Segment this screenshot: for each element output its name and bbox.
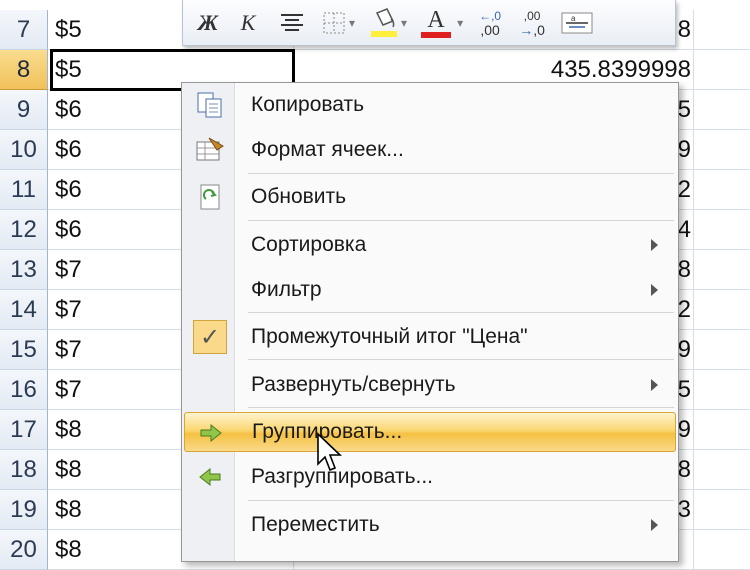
row-header[interactable]: 18	[0, 450, 48, 490]
cell-c[interactable]	[694, 410, 750, 450]
cell-c[interactable]	[694, 250, 750, 290]
row-header[interactable]: 12	[0, 210, 48, 250]
menu-item-label: Переместить	[251, 513, 380, 536]
menu-item-label: Промежуточный итог "Цена"	[251, 325, 528, 348]
row-header[interactable]: 7	[0, 10, 48, 50]
svg-text:a: a	[571, 14, 576, 23]
cell-c[interactable]	[694, 90, 750, 130]
cell-c[interactable]	[694, 330, 750, 370]
cell-c[interactable]	[694, 370, 750, 410]
menu-item-label: Обновить	[251, 185, 347, 208]
row-header[interactable]: 14	[0, 290, 48, 330]
menu-separator	[248, 359, 674, 360]
menu-item-expand-collapse[interactable]: Развернуть/свернуть	[184, 365, 676, 405]
menu-item-ungroup[interactable]: Разгруппировать...	[184, 457, 676, 497]
inc-decimal-label: ,00	[480, 21, 500, 38]
mouse-cursor-icon	[317, 432, 342, 472]
menu-separator	[248, 312, 674, 313]
menu-item-format-cells[interactable]: Формат ячеек...	[184, 130, 676, 170]
menu-item-label: Сортировка	[251, 233, 367, 256]
menu-item-sort[interactable]: Сортировка	[184, 225, 676, 265]
arrow-left-icon: ←,0	[479, 8, 502, 23]
chevron-down-icon[interactable]: ▾	[349, 16, 355, 30]
cell-c[interactable]	[694, 130, 750, 170]
arrow-right-green-icon	[193, 417, 229, 449]
chevron-down-icon[interactable]: ▾	[457, 16, 463, 30]
menu-separator	[248, 173, 674, 174]
borders-icon	[323, 12, 345, 33]
cell-c[interactable]	[694, 170, 750, 210]
decrease-decimal-button[interactable]: ,00 →,0	[517, 6, 547, 40]
row-header[interactable]: 19	[0, 490, 48, 530]
borders-button[interactable]: ▾	[321, 6, 355, 40]
fill-color-button[interactable]: ▾	[369, 6, 407, 40]
format-painter-button[interactable]: a	[561, 6, 593, 40]
menu-item-subtotal[interactable]: ✓ Промежуточный итог "Цена"	[184, 317, 676, 357]
digits-icon: ,00	[523, 8, 541, 23]
menu-item-refresh[interactable]: Обновить	[184, 177, 676, 217]
menu-item-filter[interactable]: Фильтр	[184, 270, 676, 310]
submenu-arrow-icon	[651, 379, 658, 391]
submenu-arrow-icon	[651, 519, 658, 531]
menu-separator	[248, 500, 674, 501]
paint-bucket-icon	[371, 7, 398, 37]
row-header[interactable]: 13	[0, 250, 48, 290]
chevron-down-icon[interactable]: ▾	[401, 16, 407, 30]
cell-c[interactable]	[694, 50, 750, 90]
submenu-arrow-icon	[651, 284, 658, 296]
menu-separator	[248, 220, 674, 221]
format-painter-icon: a	[561, 12, 593, 33]
format-cells-icon	[192, 134, 228, 166]
bold-button[interactable]: Ж	[193, 6, 223, 40]
checkmark-icon: ✓	[193, 320, 227, 354]
row-header[interactable]: 8	[0, 50, 48, 90]
submenu-arrow-icon	[651, 239, 658, 251]
refresh-icon	[192, 181, 228, 213]
cell-c[interactable]	[694, 530, 750, 570]
copy-icon	[192, 89, 228, 121]
row-header[interactable]: 10	[0, 130, 48, 170]
row-header[interactable]: 16	[0, 370, 48, 410]
cell-c[interactable]	[694, 490, 750, 530]
menu-item-label: Фильтр	[251, 278, 322, 301]
menu-item-move[interactable]: Переместить	[184, 505, 676, 545]
menu-separator	[248, 407, 674, 408]
arrow-left-green-icon	[192, 461, 228, 493]
increase-decimal-button[interactable]: ←,0 ,00	[475, 6, 505, 40]
font-color-button[interactable]: A	[421, 6, 452, 40]
font-color-swatch	[421, 31, 452, 38]
dec-decimal-label: →,0	[519, 21, 545, 38]
font-color-letter: A	[427, 6, 445, 33]
cell-c[interactable]	[694, 450, 750, 490]
italic-button[interactable]: К	[233, 6, 263, 40]
menu-item-label: Копировать	[251, 93, 365, 116]
row-header[interactable]: 9	[0, 90, 48, 130]
cell-c[interactable]	[694, 210, 750, 250]
menu-item-copy[interactable]: Копировать	[184, 85, 676, 125]
menu-item-label: Формат ячеек...	[251, 138, 404, 161]
mini-toolbar: Ж К ▾ ▾ A ▾ ←,0 ,00 ,00 →,0 a	[182, 0, 676, 46]
context-menu: Копировать Формат ячеек... Обновить Сорт…	[181, 82, 679, 562]
menu-item-label: Развернуть/свернуть	[251, 373, 456, 396]
checkmark-box: ✓	[192, 320, 228, 354]
row-header[interactable]: 11	[0, 170, 48, 210]
row-header[interactable]: 17	[0, 410, 48, 450]
cell-c[interactable]	[694, 290, 750, 330]
menu-item-group[interactable]: Группировать...	[184, 412, 676, 452]
align-center-button[interactable]	[277, 6, 307, 40]
row-header[interactable]: 20	[0, 530, 48, 570]
cell-c[interactable]	[694, 10, 750, 50]
row-header[interactable]: 15	[0, 330, 48, 370]
align-center-icon	[281, 13, 303, 31]
